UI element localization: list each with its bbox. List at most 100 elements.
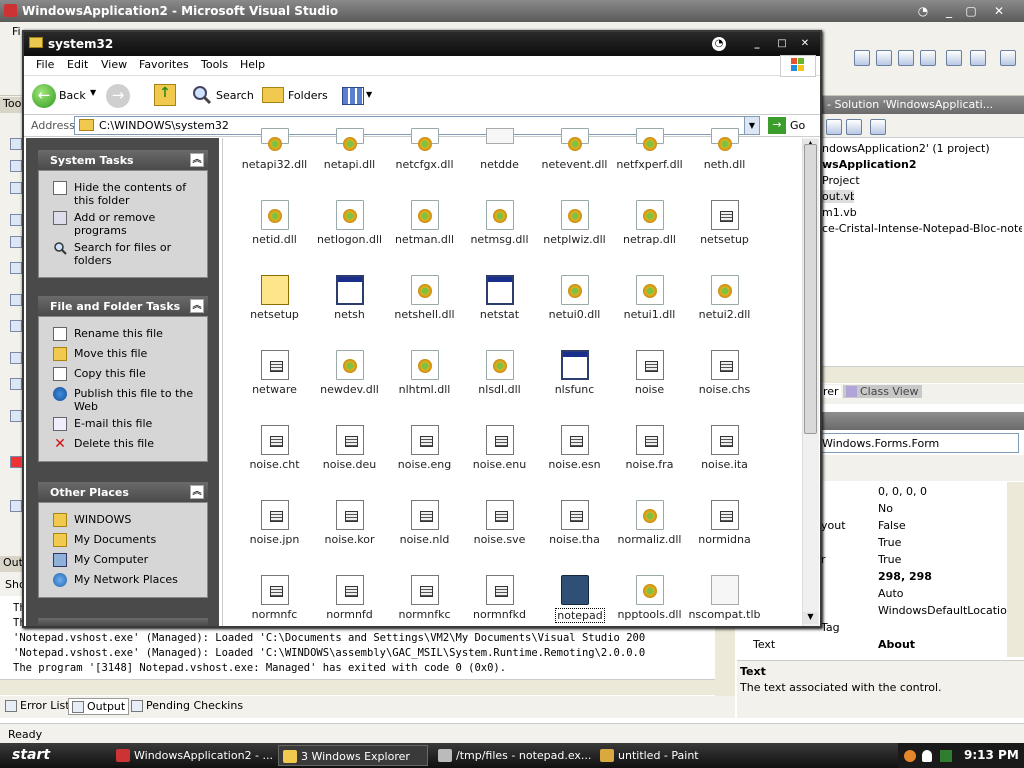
back-dropdown-icon[interactable]: ▼ — [90, 88, 96, 97]
address-dropdown-icon[interactable]: ▼ — [744, 117, 759, 134]
vs-menu-file[interactable]: Fi — [12, 25, 21, 38]
file-item[interactable]: noise.kor — [312, 500, 387, 570]
task-add-remove-programs[interactable]: Add or remove programs — [74, 211, 204, 237]
explorer-maximize-icon[interactable]: □ — [775, 37, 789, 51]
views-icon[interactable] — [342, 87, 364, 105]
toolbox-item-icon[interactable] — [10, 214, 22, 226]
file-item[interactable]: noise.cht — [237, 425, 312, 495]
task-move[interactable]: Move this file — [74, 347, 204, 360]
system-tasks-header[interactable]: System Tasks ︽ — [38, 150, 208, 170]
file-folder-tasks-header[interactable]: File and Folder Tasks ︽ — [38, 296, 208, 316]
prop-row[interactable]: True — [821, 535, 1007, 552]
file-item[interactable]: netshell.dll — [387, 275, 462, 345]
file-item[interactable]: newdev.dll — [312, 350, 387, 420]
file-item[interactable]: netevent.dll — [537, 128, 612, 178]
file-item[interactable]: netdde — [462, 128, 537, 178]
place-my-documents[interactable]: My Documents — [74, 533, 204, 546]
file-item[interactable]: netui2.dll — [687, 275, 762, 345]
task-delete[interactable]: Delete this file — [74, 437, 204, 450]
prop-row[interactable]: 0, 0, 0, 0 — [821, 484, 1007, 501]
go-button[interactable]: → Go — [766, 116, 806, 135]
file-item[interactable]: noise.eng — [387, 425, 462, 495]
file-item[interactable]: noise.ita — [687, 425, 762, 495]
file-item[interactable]: noise.deu — [312, 425, 387, 495]
file-item[interactable]: netui0.dll — [537, 275, 612, 345]
menu-view[interactable]: View — [101, 58, 127, 71]
file-item[interactable]: netid.dll — [237, 200, 312, 270]
prop-row[interactable]: WindowsDefaultLocation — [821, 603, 1014, 620]
file-item[interactable]: npptools.dll — [612, 575, 687, 645]
file-item[interactable]: normnfkd — [462, 575, 537, 645]
toolbox-tab[interactable]: Too — [0, 97, 24, 113]
properties-object-select[interactable]: Windows.Forms.Form — [821, 433, 1019, 453]
tab-error-list[interactable]: Error List — [2, 698, 73, 715]
scroll-thumb[interactable] — [804, 144, 817, 434]
file-item[interactable]: netmsg.dll — [462, 200, 537, 270]
views-dropdown-icon[interactable]: ▼ — [366, 90, 372, 99]
vs-toolbar-icon[interactable] — [946, 50, 962, 66]
prop-row[interactable]: yout False — [821, 518, 1007, 535]
project-node[interactable]: wsApplication2 — [822, 158, 1022, 171]
place-my-computer[interactable]: My Computer — [74, 553, 204, 566]
tree-node[interactable]: Project — [822, 174, 1022, 187]
toolbox-item-icon[interactable] — [10, 160, 22, 172]
toolbox-item-icon[interactable] — [10, 410, 22, 422]
file-item[interactable]: noise.nld — [387, 500, 462, 570]
file-item[interactable]: netstat — [462, 275, 537, 345]
vs-toolbar-icon[interactable] — [920, 50, 936, 66]
file-item[interactable]: nscompat.tlb — [687, 575, 762, 645]
collapse-icon[interactable]: ︽ — [190, 153, 204, 167]
file-item[interactable]: netware — [237, 350, 312, 420]
task-publish-web[interactable]: Publish this file to the Web — [74, 387, 204, 413]
task-rename[interactable]: Rename this file — [74, 327, 204, 340]
vs-toolbar-icon[interactable] — [970, 50, 986, 66]
menu-favorites[interactable]: Favorites — [139, 58, 189, 71]
tray-icon[interactable] — [940, 750, 952, 762]
solution-node[interactable]: ndowsApplication2' (1 project) — [822, 142, 1022, 155]
task-hide-contents[interactable]: Hide the contents of this folder — [74, 181, 204, 207]
search-icon[interactable] — [192, 85, 212, 105]
output-hscroll[interactable] — [0, 679, 715, 695]
solution-hscroll[interactable] — [821, 366, 1024, 383]
file-item[interactable]: noise.fra — [612, 425, 687, 495]
back-button[interactable]: Back — [59, 89, 86, 102]
vs-minimize-icon[interactable]: _ — [940, 3, 958, 19]
menu-tools[interactable]: Tools — [201, 58, 228, 71]
task-search-files[interactable]: Search for files or folders — [74, 241, 204, 267]
tab-class-view[interactable]: Class View — [843, 385, 922, 398]
forward-arrow-icon[interactable]: → — [106, 84, 130, 108]
toolbox-item-icon[interactable] — [10, 236, 22, 248]
toolbox-item-icon[interactable] — [10, 294, 22, 306]
toolbox-item-icon[interactable] — [10, 320, 22, 332]
file-item[interactable]: netfxperf.dll — [612, 128, 687, 178]
file-item[interactable]: netapi32.dll — [237, 128, 312, 178]
file-item[interactable]: normnfd — [312, 575, 387, 645]
prop-row[interactable]: Tag — [821, 620, 1007, 637]
prop-row[interactable]: 298, 298 — [821, 569, 1007, 586]
prop-row[interactable]: r True — [821, 552, 1007, 569]
toolbox-item-icon[interactable] — [10, 500, 22, 512]
file-item[interactable]: normnfc — [237, 575, 312, 645]
prop-row[interactable]: Auto — [821, 586, 1007, 603]
vs-toolbar-icon[interactable] — [898, 50, 914, 66]
folders-button[interactable]: Folders — [288, 89, 328, 102]
file-item[interactable]: netman.dll — [387, 200, 462, 270]
file-item[interactable]: noise.esn — [537, 425, 612, 495]
taskbar-item-notepad[interactable]: /tmp/files - notepad.ex... — [434, 745, 592, 766]
collapse-icon[interactable]: ︽ — [190, 485, 204, 499]
vs-maximize-icon[interactable]: ▢ — [962, 3, 980, 19]
explorer-help-icon[interactable]: ◔ — [712, 37, 726, 51]
file-item[interactable]: noise.enu — [462, 425, 537, 495]
toolbox-item-icon[interactable] — [10, 378, 22, 390]
up-folder-icon[interactable]: ↑ — [154, 84, 176, 106]
tree-node[interactable]: m1.vb — [822, 206, 1022, 219]
sol-toolbar-icon[interactable] — [826, 119, 842, 135]
place-my-network-places[interactable]: My Network Places — [74, 573, 204, 586]
tab-solution-explorer[interactable]: rer — [821, 385, 841, 398]
file-item[interactable]: notepad — [537, 575, 612, 645]
details-header-partial[interactable] — [38, 618, 208, 626]
taskbar-item-explorer[interactable]: 3 Windows Explorer — [278, 745, 428, 766]
collapse-icon[interactable]: ︽ — [190, 299, 204, 313]
other-places-header[interactable]: Other Places ︽ — [38, 482, 208, 502]
file-item[interactable]: netui1.dll — [612, 275, 687, 345]
